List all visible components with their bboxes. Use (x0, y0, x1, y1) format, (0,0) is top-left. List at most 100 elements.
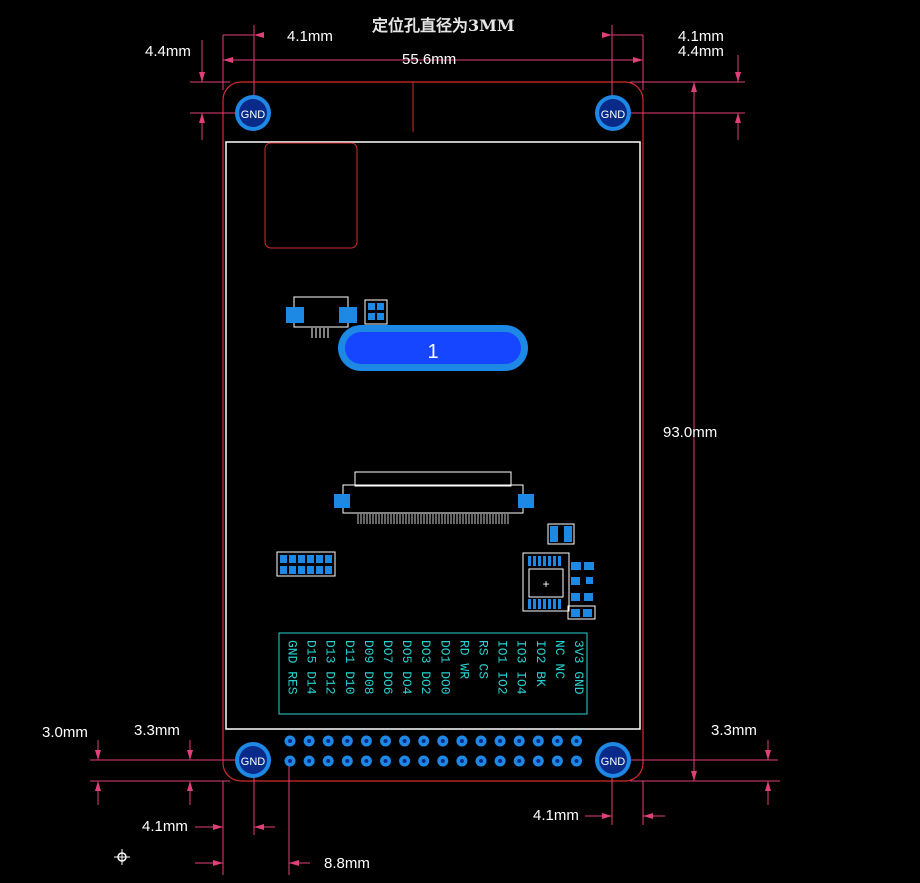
small-cap-pair-ic (547, 523, 575, 545)
header-pin-hole (555, 739, 560, 743)
dim-height-total: 93.0mm (663, 424, 718, 441)
ic-pin (533, 556, 536, 566)
header-pin-hole (517, 739, 522, 743)
ic-passives (567, 562, 596, 620)
mount-hole-bottom-left: GND (235, 742, 271, 778)
header-pin-hole (364, 739, 369, 743)
jumper-pad (325, 566, 332, 574)
jumper-pad (316, 566, 323, 574)
header-pin-hole (326, 739, 331, 743)
mount-hole-top-right: GND (595, 95, 631, 131)
mount-hole-label: GND (601, 756, 626, 768)
header-pin-hole (536, 759, 541, 763)
header-pin-hole (459, 759, 464, 763)
dim-bottom-right-offset-y: 3.3mm (711, 722, 757, 739)
dim-top-left-offset: 4.1mm (287, 28, 333, 45)
dim-bottom-left-offset-y: 3.3mm (134, 722, 180, 739)
pin-label: RS CS (476, 640, 491, 679)
header-pin-hole (498, 759, 503, 763)
ic-pin (543, 599, 546, 609)
header-pin-hole (440, 759, 445, 763)
header-pin-hole (574, 759, 579, 763)
header-pin-hole (307, 739, 312, 743)
pin-label: D15 D14 (304, 640, 319, 695)
dimension-lines (90, 25, 780, 875)
mount-hole-label: GND (241, 109, 266, 121)
fpc-connector (334, 471, 534, 514)
header-pin-hole (307, 759, 312, 763)
dim-top-right-height: 4.4mm (678, 43, 724, 60)
pin-label: GND RES (285, 640, 300, 695)
jumper-pad (280, 566, 287, 574)
ic-pin (553, 599, 556, 609)
ic-pin (538, 599, 541, 609)
pin-label: RD WR (456, 640, 471, 679)
ic-pin (558, 599, 561, 609)
pin-label: DO3 DO2 (418, 640, 433, 695)
pin-labels: 3V3 GND NC NC IO2 BK IO3 IO4 IO1 IO2 RS CS RD … (285, 640, 587, 695)
header-pin-hole (402, 739, 407, 743)
dim-bottom-left-offset-x: 4.1mm (142, 818, 188, 835)
pin-label: IO1 IO2 (495, 640, 510, 695)
fpc-teeth (357, 514, 509, 524)
pin-label: D13 D12 (323, 640, 338, 695)
dim-bottom-left-height: 3.0mm (42, 724, 88, 741)
pin-label: 3V3 GND (571, 640, 586, 695)
header-pin-hole (421, 759, 426, 763)
header-pin-hole (421, 739, 426, 743)
ic-pin (548, 599, 551, 609)
ic-pin (528, 556, 531, 566)
small-cap-pair-top (364, 299, 388, 325)
jumper-pad (316, 555, 323, 563)
jumper-pad (325, 555, 332, 563)
header-pin-hole (383, 739, 388, 743)
header-pin-hole (383, 759, 388, 763)
pin-label: IO3 IO4 (514, 640, 529, 695)
dimension-arrows (95, 32, 771, 866)
fpc-connector-pad: 1 (338, 325, 528, 371)
chip-outline (264, 142, 358, 249)
jumper-pad (307, 555, 314, 563)
ic-pin (538, 556, 541, 566)
jumper-pad (289, 566, 296, 574)
header-pin-hole (402, 759, 407, 763)
header-pin-hole (440, 739, 445, 743)
header-pin-hole (517, 759, 522, 763)
mount-hole-label: GND (601, 109, 626, 121)
pin-label: IO2 BK (533, 640, 548, 687)
ic-pin (533, 599, 536, 609)
mount-hole-label: GND (241, 756, 266, 768)
mount-hole-bottom-right: GND (595, 742, 631, 778)
origin-marker (114, 849, 130, 865)
header-pin-hole (574, 739, 579, 743)
dim-pin-offset: 8.8mm (324, 855, 370, 872)
svg-text:+: + (542, 577, 549, 591)
ic-pin (553, 556, 556, 566)
header-pin-hole (288, 739, 292, 743)
header-pins (284, 735, 582, 767)
jumper-pad (298, 555, 305, 563)
pin-label: D11 D10 (342, 640, 357, 695)
header-pin-hole (479, 759, 483, 763)
connector-label: 1 (427, 341, 438, 363)
header-pin-hole (326, 759, 331, 763)
pcb-drawing: GND GND GND GND 1 + 3V3 GNDNC NCIO2 BKIO… (90, 25, 780, 875)
ic-pin (543, 556, 546, 566)
header-pin-hole (479, 739, 483, 743)
ic-pin (548, 556, 551, 566)
jumper-block (276, 551, 336, 577)
header-pin-hole (288, 759, 292, 763)
pin-label: DO7 DO6 (380, 640, 395, 695)
header-pin-hole (364, 759, 369, 763)
header-pin-hole (536, 739, 541, 743)
dim-width-total: 55.6mm (402, 51, 457, 68)
header-pin-hole (555, 759, 560, 763)
jumper-pad (289, 555, 296, 563)
jumper-pad (280, 555, 287, 563)
pin-label: DO1 DO0 (437, 640, 452, 695)
ic-pin (528, 599, 531, 609)
jumper-pad (307, 566, 314, 574)
header-pin-hole (498, 739, 503, 743)
dim-bottom-right-offset-x: 4.1mm (533, 807, 579, 824)
header-pin-hole (345, 759, 350, 763)
